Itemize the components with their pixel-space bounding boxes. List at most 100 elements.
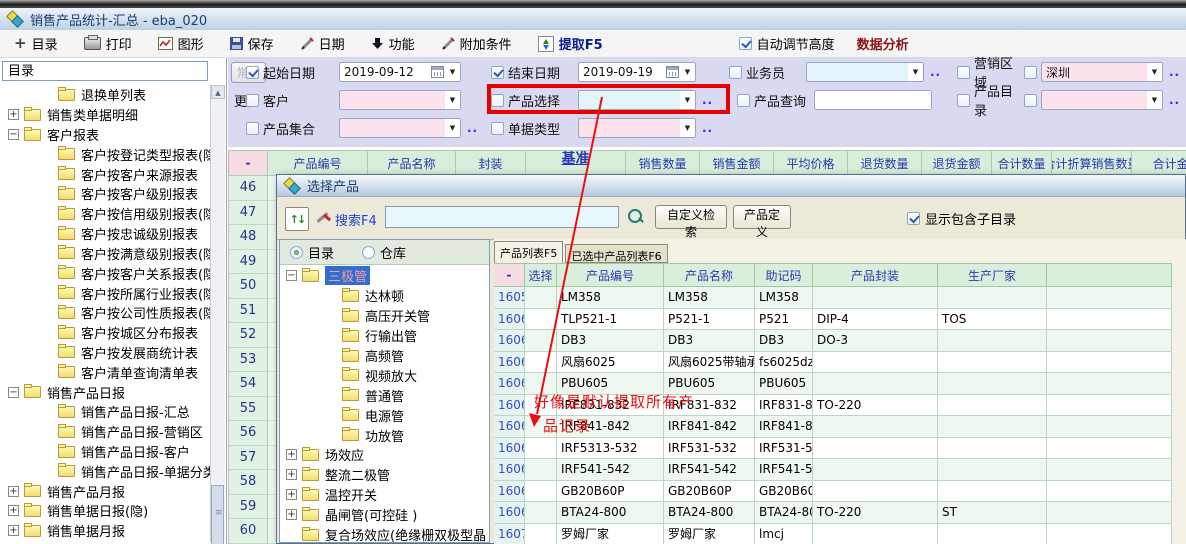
- filter-dropdown[interactable]: ▼: [339, 118, 461, 138]
- filter-dropdown[interactable]: 深圳▼: [1041, 62, 1163, 82]
- product-cell[interactable]: [525, 502, 557, 524]
- row-number-cell[interactable]: 60: [228, 519, 268, 544]
- product-id-cell[interactable]: 16065: [494, 416, 525, 438]
- product-cell[interactable]: [525, 438, 557, 460]
- sidebar-tree-item[interactable]: 客户按客户来源报表: [2, 164, 210, 184]
- product-cell[interactable]: [938, 481, 1047, 503]
- product-cell[interactable]: TO-220: [813, 502, 938, 524]
- product-cell[interactable]: [1047, 287, 1172, 309]
- product-column-header-empty[interactable]: [1047, 263, 1172, 287]
- product-cell[interactable]: 罗姆厂家: [664, 524, 755, 544]
- row-number-cell[interactable]: 59: [228, 495, 268, 520]
- ellipsis-button[interactable]: ..: [702, 121, 713, 135]
- auto-height-checkbox[interactable]: [739, 37, 752, 50]
- dialog-tree-item[interactable]: 高频管: [282, 346, 487, 366]
- product-cell[interactable]: [1047, 481, 1172, 503]
- column-header-销售数量[interactable]: 销售数量: [626, 150, 700, 176]
- column-header-基准[interactable]: 基准: [526, 150, 626, 176]
- product-cell[interactable]: IRF5313-532: [557, 438, 664, 460]
- tree-expander-icon[interactable]: −: [8, 387, 19, 398]
- tree-expander-icon[interactable]: +: [286, 489, 297, 500]
- auto-height-toggle[interactable]: 自动调节高度: [739, 34, 835, 53]
- toolbar-item-功能[interactable]: 功能: [371, 34, 415, 53]
- filter-extra-checkbox[interactable]: [1024, 66, 1037, 79]
- dialog-tree-item[interactable]: +晶闸管(可控硅 ): [282, 505, 487, 525]
- filter-dropdown[interactable]: ▼: [578, 118, 696, 138]
- filter-dropdown[interactable]: 2019-09-12▼: [339, 62, 461, 82]
- sidebar-tree-item[interactable]: +销售产品月报: [2, 481, 210, 501]
- dialog-tree-item[interactable]: 电源管: [282, 405, 487, 425]
- column-header-退货数量[interactable]: 退货数量: [848, 150, 922, 176]
- column-header-退货金额[interactable]: 退货金额: [922, 150, 992, 176]
- ellipsis-button[interactable]: ..: [467, 121, 478, 135]
- product-cell[interactable]: [938, 459, 1047, 481]
- data-analysis-button[interactable]: 数据分析: [857, 34, 909, 53]
- chevron-down-icon[interactable]: ▼: [908, 63, 923, 81]
- tree-expander-icon[interactable]: +: [8, 525, 19, 536]
- product-id-cell[interactable]: 16059: [494, 287, 525, 309]
- product-cell[interactable]: lmcj: [755, 524, 813, 544]
- chevron-down-icon[interactable]: ▼: [445, 63, 460, 81]
- tab-已选中产品列表F6[interactable]: 已选中产品列表F6: [565, 244, 667, 263]
- column-header-合计折算销售数量[interactable]: 合计折算销售数量: [1052, 150, 1132, 176]
- sidebar-tree-item[interactable]: 销售产品日报-汇总: [2, 402, 210, 422]
- product-cell[interactable]: IRF531-532: [664, 438, 755, 460]
- chevron-down-icon[interactable]: ▼: [680, 119, 695, 137]
- chevron-down-icon[interactable]: ▼: [680, 63, 695, 81]
- filter-dropdown[interactable]: ▼: [339, 90, 461, 110]
- product-cell[interactable]: DB3: [755, 330, 813, 352]
- product-cell[interactable]: [938, 416, 1047, 438]
- product-id-cell[interactable]: 16062: [494, 352, 525, 374]
- product-cell[interactable]: [813, 438, 938, 460]
- product-cell[interactable]: [1047, 330, 1172, 352]
- product-row[interactable]: 16060TLP521-1P521-1P521DIP-4TOS: [494, 309, 1186, 331]
- row-number-cell[interactable]: 46: [228, 176, 268, 201]
- product-id-cell[interactable]: 16061: [494, 330, 525, 352]
- sidebar-tree-item[interactable]: 客户清单查询清单表: [2, 362, 210, 382]
- product-cell[interactable]: DB3: [557, 330, 664, 352]
- product-column-header-产品编号[interactable]: 产品编号: [557, 263, 664, 287]
- product-column-header-选择[interactable]: 选择: [525, 263, 557, 287]
- product-id-cell[interactable]: 16069: [494, 502, 525, 524]
- product-cell[interactable]: [1047, 524, 1172, 544]
- product-cell[interactable]: [813, 459, 938, 481]
- chevron-down-icon[interactable]: ▼: [1147, 91, 1162, 109]
- row-number-cell[interactable]: 52: [228, 323, 268, 348]
- custom-search-button[interactable]: 自定义检索: [655, 205, 727, 229]
- sidebar-tree-item[interactable]: 退换单列表: [2, 85, 210, 105]
- product-cell[interactable]: [813, 287, 938, 309]
- product-cell[interactable]: [938, 438, 1047, 460]
- show-subfolder-toggle[interactable]: 显示包含子目录: [907, 209, 1016, 228]
- product-row[interactable]: 16061DB3DB3DB3DO-3: [494, 330, 1186, 352]
- toolbar-item-日期[interactable]: 日期: [300, 34, 345, 53]
- product-cell[interactable]: P521: [755, 309, 813, 331]
- product-cell[interactable]: IRF841-842: [664, 416, 755, 438]
- product-cell[interactable]: DO-3: [813, 330, 938, 352]
- product-column-header--[interactable]: -: [494, 263, 525, 287]
- product-cell[interactable]: [938, 524, 1047, 544]
- toolbar-item-附加条件[interactable]: 附加条件: [441, 34, 512, 53]
- filter-checkbox[interactable]: [957, 94, 970, 107]
- filter-checkbox[interactable]: [246, 122, 259, 135]
- tree-expander-icon[interactable]: +: [8, 486, 19, 497]
- product-column-header-产品名称[interactable]: 产品名称: [664, 263, 755, 287]
- product-cell[interactable]: [525, 481, 557, 503]
- sidebar-tree-item[interactable]: 客户按所属行业报表(隐): [2, 283, 210, 303]
- product-cell[interactable]: [1047, 438, 1172, 460]
- row-number-cell[interactable]: 58: [228, 470, 268, 495]
- product-cell[interactable]: [813, 352, 938, 374]
- column-header-产品编号[interactable]: 产品编号: [268, 150, 368, 176]
- dialog-tree-item[interactable]: 行输出管: [282, 326, 487, 346]
- dialog-tree-item[interactable]: 视频放大: [282, 365, 487, 385]
- dialog-tree-item[interactable]: 复合场效应(绝缘栅双极型晶体: [282, 525, 487, 542]
- product-id-cell[interactable]: 16060: [494, 309, 525, 331]
- filter-checkbox[interactable]: [957, 66, 970, 79]
- filter-checkbox[interactable]: [729, 66, 742, 79]
- product-cell[interactable]: 风扇6025: [557, 352, 664, 374]
- ellipsis-button[interactable]: ..: [1169, 93, 1180, 107]
- product-id-cell[interactable]: 16063: [494, 373, 525, 395]
- chevron-down-icon[interactable]: ▼: [1147, 63, 1162, 81]
- product-column-header-产品封装[interactable]: 产品封装: [813, 263, 938, 287]
- toolbar-item-打印[interactable]: 打印: [84, 34, 132, 53]
- filter-dropdown[interactable]: 2019-09-19▼: [578, 62, 696, 82]
